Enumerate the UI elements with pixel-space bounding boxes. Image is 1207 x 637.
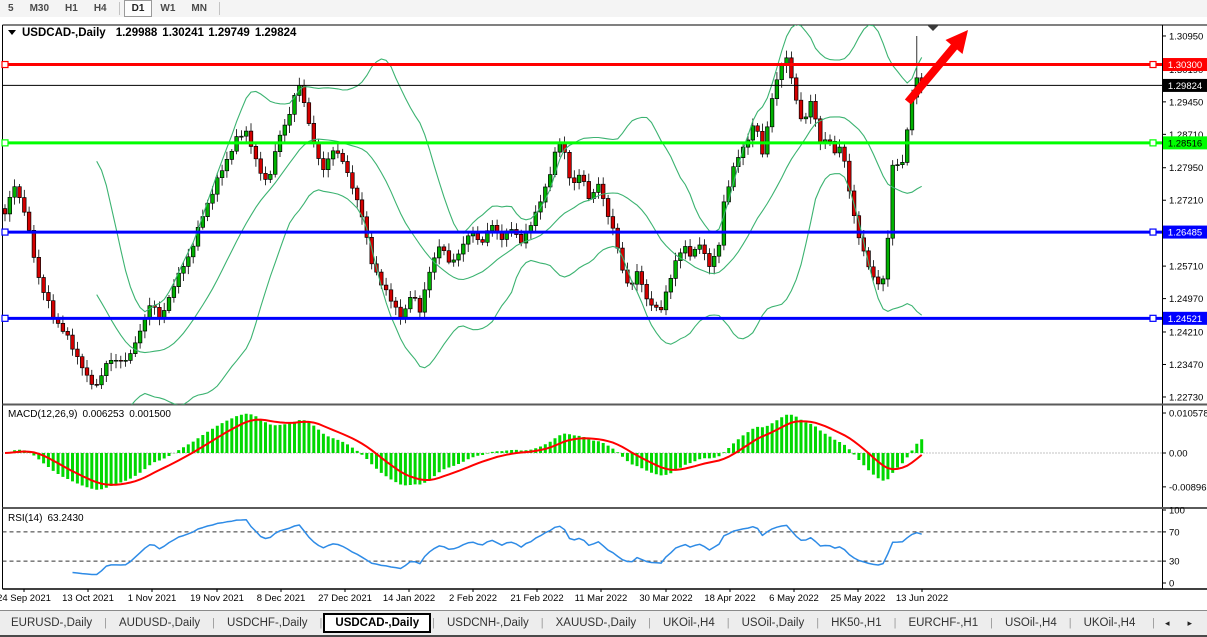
date-label: 30 Mar 2022 xyxy=(639,593,692,604)
price-chart[interactable]: 1.309501.301901.294501.287101.279501.272… xyxy=(0,17,1207,610)
date-label: 14 Jan 2022 xyxy=(383,593,435,604)
tab-usdcnh-daily[interactable]: USDCNH-,Daily xyxy=(436,614,540,632)
date-label: 13 Oct 2021 xyxy=(62,593,114,604)
tab-usoil-daily[interactable]: USOil-,Daily xyxy=(731,614,816,632)
terminal-window: 5M30H1H4D1W1MN 1.309501.301901.294501.28… xyxy=(0,0,1207,637)
macd-tick-label: -0.00896 xyxy=(1169,482,1207,493)
timeframe-button-w1[interactable]: W1 xyxy=(152,0,183,17)
date-axis: 24 Sep 2021 13 Oct 2021 1 Nov 2021 19 Nov 2… xyxy=(0,589,948,604)
date-label: 18 Apr 2022 xyxy=(704,593,755,604)
tab-ukoil-h4[interactable]: UKOil-,H4 xyxy=(652,614,726,632)
candle-wicks xyxy=(5,36,922,389)
date-label: 19 Nov 2021 xyxy=(190,593,244,604)
price-tick-label: 1.30950 xyxy=(1169,31,1203,42)
macd-tick-label: 0.010578 xyxy=(1169,409,1207,420)
price-badge-label: 1.29824 xyxy=(1168,81,1202,92)
horizontal-line-objects[interactable] xyxy=(2,62,1162,322)
hline-handle[interactable] xyxy=(2,62,8,68)
scroll-right-icon[interactable]: ▸ xyxy=(1178,618,1201,629)
price-tick-label: 1.29450 xyxy=(1169,97,1203,108)
hline-handle[interactable] xyxy=(1150,62,1156,68)
timeframe-button-m30[interactable]: M30 xyxy=(22,0,57,17)
macd-signal-line xyxy=(5,420,922,485)
macd-indicator-pane xyxy=(3,414,1163,490)
toolbar-divider xyxy=(219,2,220,15)
tab-usdchf-daily[interactable]: USDCHF-,Daily xyxy=(216,614,319,632)
price-badge-label: 1.26485 xyxy=(1168,228,1202,239)
price-tick-label: 1.23470 xyxy=(1169,360,1203,371)
chart-window[interactable]: 1.309501.301901.294501.287101.279501.272… xyxy=(0,17,1207,610)
price-badge-label: 1.30300 xyxy=(1168,60,1202,71)
tab-ukoil-h4[interactable]: UKOil-,H4 xyxy=(1073,614,1147,632)
timeframe-button-d1[interactable]: D1 xyxy=(124,0,153,17)
bollinger-lower-band xyxy=(97,174,922,437)
rsi-indicator-pane xyxy=(3,520,1163,575)
price-badge-label: 1.28516 xyxy=(1168,138,1202,149)
date-label: 6 May 2022 xyxy=(769,593,819,604)
hline-handle[interactable] xyxy=(2,229,8,235)
timeframe-button-h1[interactable]: H1 xyxy=(57,0,86,17)
tab-xauusd-daily[interactable]: XAUUSD-,Daily xyxy=(545,614,648,632)
rsi-tick-label: 0 xyxy=(1169,579,1174,590)
tab-usoil-h4[interactable]: USOil-,H4 xyxy=(994,614,1068,632)
date-label: 24 Sep 2021 xyxy=(0,593,51,604)
timeframe-button-mn[interactable]: MN xyxy=(183,0,215,17)
date-label: 27 Dec 2021 xyxy=(318,593,372,604)
date-label: 1 Nov 2021 xyxy=(128,593,177,604)
date-label: 25 May 2022 xyxy=(831,593,886,604)
trend-arrow-annotation[interactable] xyxy=(905,30,968,105)
price-tick-label: 1.27210 xyxy=(1169,196,1203,207)
price-tick-label: 1.25710 xyxy=(1169,262,1203,273)
date-label: 11 Mar 2022 xyxy=(575,593,628,604)
chart-tabs: EURUSD-,Daily|AUDUSD-,Daily|USDCHF-,Dail… xyxy=(0,610,1207,637)
hline-handle[interactable] xyxy=(2,140,8,146)
hline-handle[interactable] xyxy=(1150,229,1156,235)
timeframe-button-h4[interactable]: H4 xyxy=(86,0,115,17)
candlesticks xyxy=(3,36,923,389)
price-tick-label: 1.24970 xyxy=(1169,294,1203,305)
tab-eurusd-daily[interactable]: EURUSD-,Daily xyxy=(0,614,103,632)
timeframe-toolbar: 5M30H1H4 D1W1MN xyxy=(0,0,1207,18)
hline-handle[interactable] xyxy=(2,315,8,321)
date-label: 13 Jun 2022 xyxy=(896,593,948,604)
scroll-left-icon[interactable]: ◂ xyxy=(1156,618,1179,629)
pane-borders xyxy=(3,25,1207,589)
macd-tick-label: 0.00 xyxy=(1169,449,1188,460)
rsi-label: RSI(14)63.2430 xyxy=(8,513,84,524)
rsi-tick-label: 30 xyxy=(1169,557,1180,568)
bollinger-upper-band xyxy=(97,24,922,311)
tab-usdcad-daily[interactable]: USDCAD-,Daily xyxy=(323,613,431,633)
hline-handle[interactable] xyxy=(1150,140,1156,146)
date-label: 21 Feb 2022 xyxy=(510,593,563,604)
chart-title: USDCAD-,Daily1.299881.302411.297491.2982… xyxy=(22,27,297,39)
price-axis: 1.309501.301901.294501.287101.279501.272… xyxy=(1162,31,1207,589)
tab-hk50-h1[interactable]: HK50-,H1 xyxy=(820,614,893,632)
hline-handle[interactable] xyxy=(1150,315,1156,321)
chart-shift-marker-icon[interactable] xyxy=(927,25,939,31)
rsi-tick-label: 70 xyxy=(1169,527,1180,538)
price-tick-label: 1.22730 xyxy=(1169,392,1203,403)
toolbar-divider xyxy=(119,2,120,15)
tab-audusd-daily[interactable]: AUDUSD-,Daily xyxy=(108,614,211,632)
rsi-line xyxy=(73,520,922,575)
macd-label: MACD(12,26,9)0.0062530.001500 xyxy=(8,409,171,420)
price-tick-label: 1.27950 xyxy=(1169,163,1203,174)
tab-eurchf-h1[interactable]: EURCHF-,H1 xyxy=(897,614,989,632)
price-tick-label: 1.24210 xyxy=(1169,327,1203,338)
price-badge-label: 1.24521 xyxy=(1168,314,1202,325)
date-label: 2 Feb 2022 xyxy=(449,593,497,604)
symbol-dropdown-icon[interactable] xyxy=(8,30,16,35)
rsi-tick-label: 100 xyxy=(1169,506,1185,517)
timeframe-button-5[interactable]: 5 xyxy=(0,0,22,17)
tab-scroll-controls: |◂▸ xyxy=(1151,617,1207,629)
date-label: 8 Dec 2021 xyxy=(257,593,306,604)
